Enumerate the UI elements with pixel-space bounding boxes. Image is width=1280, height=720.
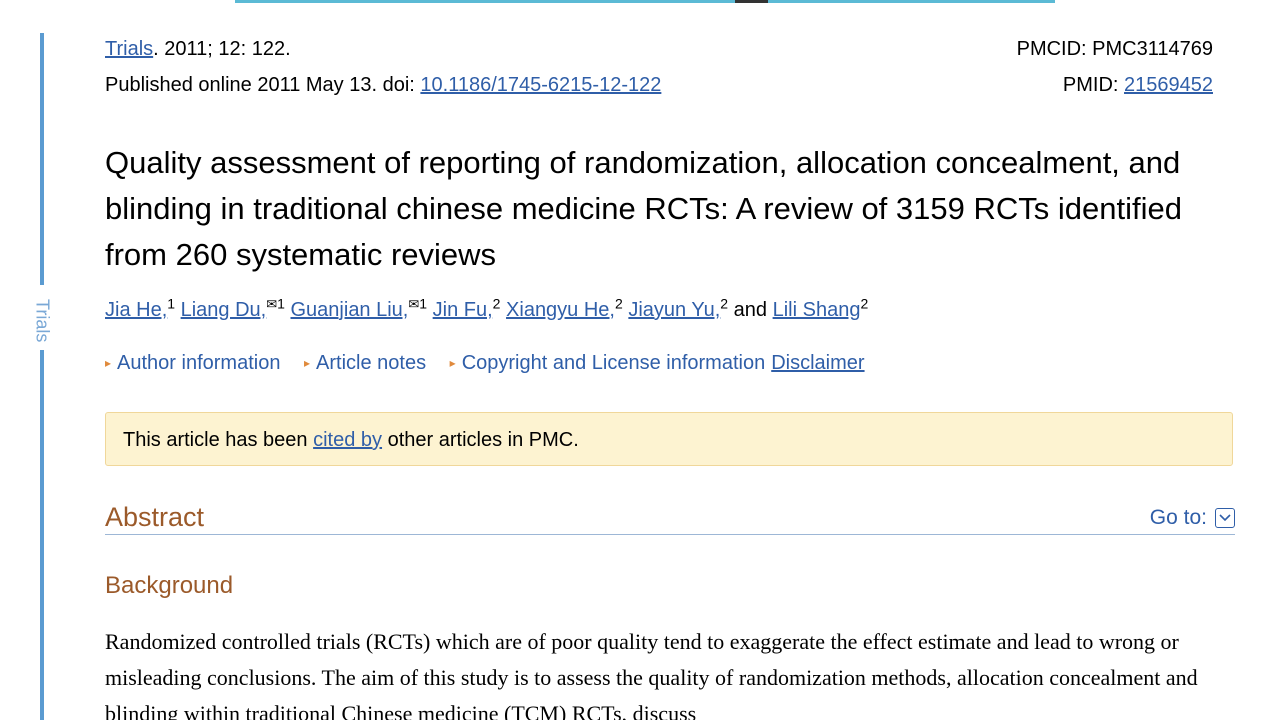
goto-label[interactable]: Go to: [1150,504,1207,532]
author-link[interactable]: Liang Du, [181,299,267,321]
abstract-heading: Abstract [105,502,205,532]
cited-by-link[interactable]: cited by [313,429,382,451]
author-affiliation[interactable]: 1 [419,295,427,311]
author-link[interactable]: Jia He, [105,299,167,321]
pmid-link[interactable]: 21569452 [1124,74,1213,96]
article-info-row: ▸ Author information ▸ Article notes ▸ Copy… [105,350,865,376]
expand-triangle-icon: ▸ [304,356,311,370]
article-title: Quality assessment of reporting of rando… [105,145,1182,272]
published-line: Published online 2011 May 13. doi: 10.11… [105,73,661,97]
background-paragraph: Randomized controlled trials (RCTs) whic… [105,629,1198,720]
author-affiliation[interactable]: 2 [493,295,501,311]
author-link[interactable]: Jin Fu, [433,299,493,321]
top-progress-marker [735,0,768,3]
author-affiliation[interactable]: 1 [277,295,285,311]
expand-triangle-icon: ▸ [105,356,112,370]
citation-details: . 2011; 12: 122. [153,38,291,60]
goto-menu[interactable]: Go to: [1150,504,1235,532]
sidebar-journal-label[interactable]: Trials [29,296,55,346]
author-link[interactable]: Jiayun Yu, [628,299,720,321]
author-list: Jia He,1 Liang Du,✉1 Guanjian Liu,✉1 Jin… [105,296,868,324]
notice-text-after: other articles in PMC. [382,429,579,451]
abstract-divider [105,534,1235,535]
article-notes-toggle[interactable]: Article notes [316,352,426,374]
doi-link[interactable]: 10.1186/1745-6215-12-122 [420,74,661,96]
pmid-label: PMID: [1062,74,1125,96]
notice-text-before: This article has been [123,429,314,451]
envelope-icon[interactable]: ✉ [408,296,419,311]
envelope-icon[interactable]: ✉ [266,296,277,311]
authors-and: and [733,299,768,321]
pmid-line: PMID: 21569452 [1063,73,1213,97]
cited-by-notice: This article has been cited by other art… [105,412,1233,466]
author-affiliation[interactable]: 2 [720,295,728,311]
disclaimer-link[interactable]: Disclaimer [771,352,864,374]
sidebar-rule-bottom [40,350,44,720]
author-link[interactable]: Lili Shang [773,299,861,321]
copyright-toggle[interactable]: Copyright and License information [462,352,766,374]
article-page: Trials Trials. 2011; 12: 122. Published … [0,0,1280,720]
expand-triangle-icon: ▸ [449,356,456,370]
author-information-toggle[interactable]: Author information [117,352,280,374]
citation-line: Trials. 2011; 12: 122. [105,37,291,61]
journal-link[interactable]: Trials [105,38,153,60]
author-link[interactable]: Xiangyu He, [506,299,615,321]
chevron-down-icon[interactable] [1215,508,1235,528]
top-progress-bar [235,0,1055,3]
author-link[interactable]: Guanjian Liu, [291,299,409,321]
author-affiliation[interactable]: 2 [615,295,623,311]
background-heading: Background [105,572,234,599]
pmcid: PMCID: PMC3114769 [1016,38,1213,60]
author-affiliation[interactable]: 1 [167,295,175,311]
published-prefix: Published online 2011 May 13. doi: [105,74,421,96]
sidebar-rule-top [40,33,44,285]
author-affiliation[interactable]: 2 [860,295,868,311]
